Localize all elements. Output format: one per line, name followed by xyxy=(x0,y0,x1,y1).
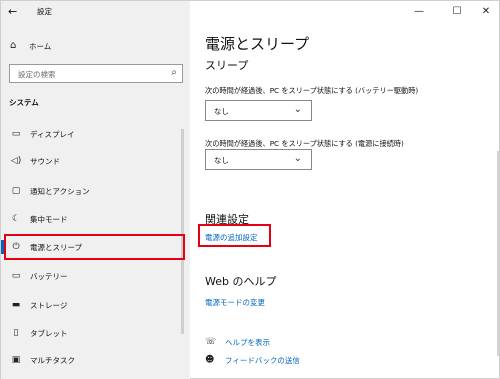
page-title: 電源とスリープ xyxy=(205,35,310,53)
display-icon: ▭ xyxy=(11,129,21,139)
get-help-link[interactable]: ☏ ヘルプを表示 xyxy=(205,335,270,349)
web-help-heading: Web のヘルプ xyxy=(205,275,277,288)
sidebar-item-display[interactable]: ▭ ディスプレイ xyxy=(1,121,188,147)
sidebar-item-label: 集中モード xyxy=(30,214,68,224)
highlight-box-sidebar xyxy=(4,234,185,260)
storage-icon: ▬ xyxy=(11,300,21,310)
battery-sleep-value: なし xyxy=(214,107,229,116)
minimize-icon[interactable]: — xyxy=(408,4,430,20)
plugged-sleep-description: 次の時間が経過後、PC をスリープ状態にする (電源に接続時) xyxy=(205,139,404,148)
titlebar: — ☐ ✕ xyxy=(1,1,499,23)
settings-window: ← 設定 ⌂ ホーム 設定の検索 ⌕ システム ▭ ディスプレイ ◁) サウンド… xyxy=(0,0,500,379)
speaker-icon: ◁) xyxy=(10,156,22,166)
sidebar-item-storage[interactable]: ▬ ストレージ xyxy=(1,292,188,318)
battery-sleep-description: 次の時間が経過後、PC をスリープ状態にする (バッテリー駆動時) xyxy=(205,86,419,95)
sidebar-item-label: バッテリー xyxy=(30,271,68,281)
home-label: ホーム xyxy=(29,41,52,51)
sidebar-item-label: ストレージ xyxy=(30,300,68,310)
sidebar-scrollbar[interactable] xyxy=(181,129,184,334)
search-icon[interactable]: ⌕ xyxy=(171,67,177,78)
get-help-label: ヘルプを表示 xyxy=(225,337,270,347)
plugged-sleep-dropdown[interactable]: なし ⌄ xyxy=(205,149,312,170)
feedback-person-icon: ☻ xyxy=(205,355,215,365)
sidebar-item-label: マルチタスク xyxy=(30,355,75,365)
sidebar-home[interactable]: ⌂ ホーム xyxy=(10,39,51,53)
main-scrollbar[interactable] xyxy=(497,151,499,356)
battery-sleep-dropdown[interactable]: なし ⌄ xyxy=(205,100,312,121)
highlight-box-link xyxy=(198,224,271,247)
search-placeholder: 設定の検索 xyxy=(18,70,56,79)
maximize-icon[interactable]: ☐ xyxy=(446,4,468,20)
sidebar-item-multitasking[interactable]: ▣ マルチタスク xyxy=(1,347,188,373)
help-chat-icon: ☏ xyxy=(205,337,217,347)
sidebar-item-tablet[interactable]: ▯ タブレット xyxy=(1,320,188,346)
sleep-heading: スリープ xyxy=(205,59,249,72)
multitask-icon: ▣ xyxy=(11,355,21,365)
sidebar-item-label: タブレット xyxy=(30,328,68,338)
search-input[interactable]: 設定の検索 ⌕ xyxy=(9,64,183,83)
sidebar: ← 設定 ⌂ ホーム 設定の検索 ⌕ システム ▭ ディスプレイ ◁) サウンド… xyxy=(1,1,190,379)
feedback-label: フィードバックの送信 xyxy=(225,355,300,365)
section-title: システム xyxy=(9,98,39,107)
notification-icon: ▢ xyxy=(11,186,21,196)
sidebar-item-sound[interactable]: ◁) サウンド xyxy=(1,148,188,174)
sidebar-item-label: ディスプレイ xyxy=(30,129,75,139)
close-icon[interactable]: ✕ xyxy=(475,4,497,20)
chevron-down-icon: ⌄ xyxy=(293,153,302,164)
sidebar-item-label: 通知とアクション xyxy=(30,186,90,196)
plugged-sleep-value: なし xyxy=(214,156,229,165)
moon-icon: ☾ xyxy=(11,214,21,224)
feedback-link[interactable]: ☻ フィードバックの送信 xyxy=(205,353,300,367)
tablet-icon: ▯ xyxy=(13,328,19,338)
sidebar-item-notifications[interactable]: ▢ 通知とアクション xyxy=(1,178,188,204)
sidebar-item-label: サウンド xyxy=(30,156,60,166)
chevron-down-icon: ⌄ xyxy=(293,104,302,115)
sidebar-item-focus[interactable]: ☾ 集中モード xyxy=(1,206,188,232)
change-power-mode-link[interactable]: 電源モードの変更 xyxy=(205,297,265,308)
sidebar-item-battery[interactable]: ▭ バッテリー xyxy=(1,263,188,289)
battery-icon: ▭ xyxy=(11,271,21,281)
home-icon: ⌂ xyxy=(10,40,17,51)
